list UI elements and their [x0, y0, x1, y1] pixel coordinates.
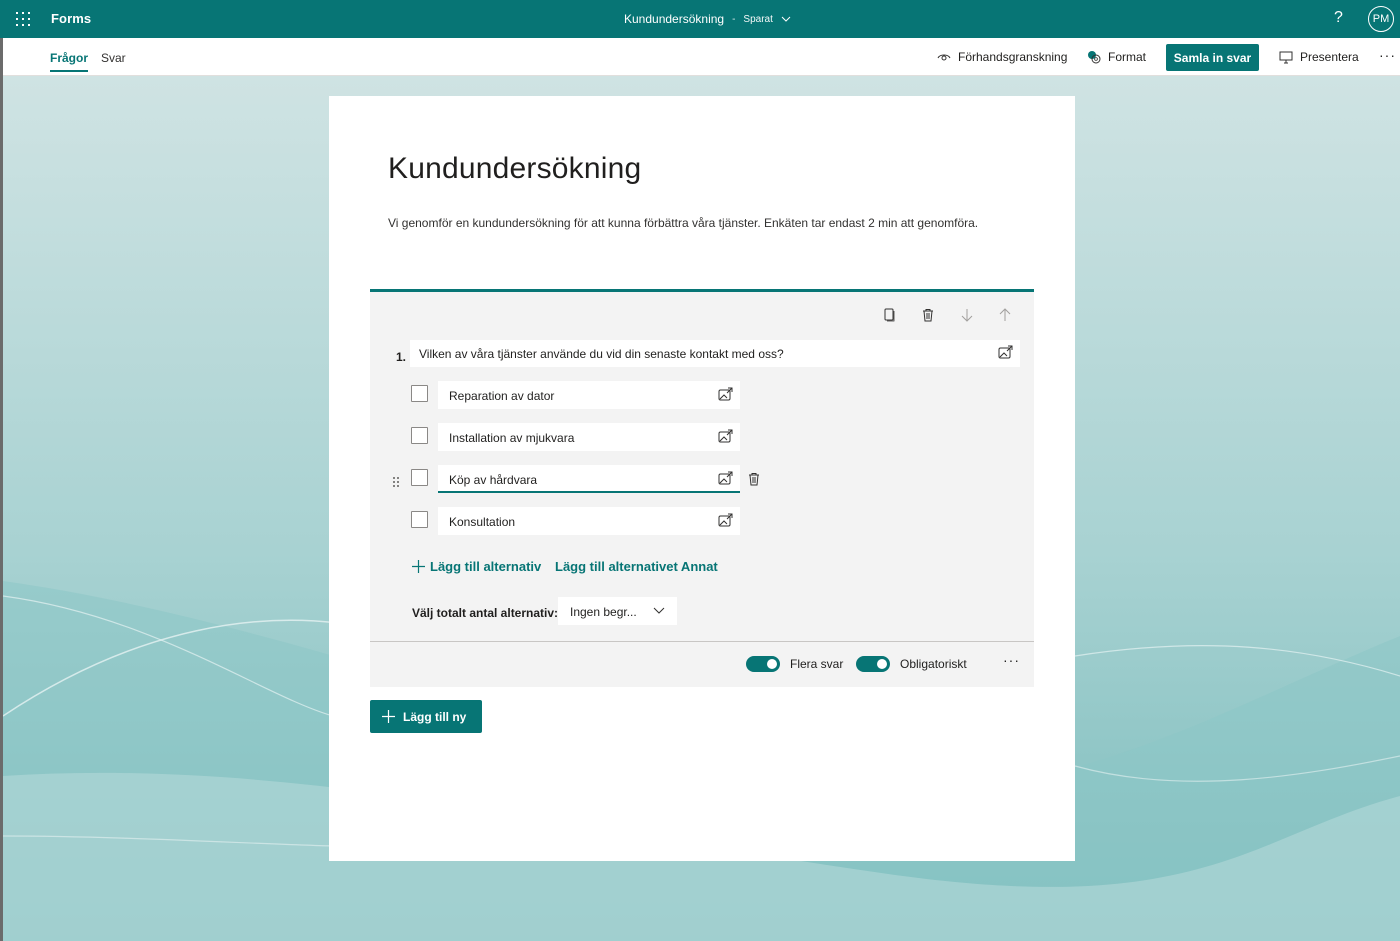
more-options-icon[interactable]: ··· — [1379, 47, 1396, 63]
insert-media-icon[interactable] — [718, 429, 733, 444]
option-checkbox[interactable] — [411, 511, 428, 528]
form-card: Kundundersökning Vi genomför en kundunde… — [329, 96, 1075, 861]
command-bar: Frågor Svar Förhandsgranskning Format Sa… — [3, 38, 1400, 76]
insert-media-icon[interactable] — [718, 513, 733, 528]
form-description[interactable]: Vi genomför en kundundersökning för att … — [388, 216, 978, 230]
eye-icon — [937, 54, 951, 61]
required-label: Obligatoriskt — [900, 657, 967, 671]
preview-button[interactable]: Förhandsgranskning — [937, 50, 1067, 64]
choice-limit-dropdown[interactable]: Ingen begr... — [558, 597, 677, 625]
tab-responses[interactable]: Svar — [101, 51, 126, 65]
app-launcher-icon[interactable] — [16, 12, 30, 26]
option-input[interactable]: Köp av hårdvara — [438, 465, 740, 493]
delete-option-icon[interactable] — [747, 472, 761, 486]
document-title-text: Kundundersökning — [624, 12, 725, 26]
choice-limit-value: Ingen begr... — [570, 605, 637, 619]
save-status: Sparat — [743, 13, 773, 25]
choice-limit-label: Välj totalt antal alternativ: — [412, 606, 559, 620]
present-label: Presentera — [1300, 50, 1359, 64]
question-editor: 1. Vilken av våra tjänster använde du vi… — [370, 289, 1034, 687]
multiple-answers-label: Flera svar — [790, 657, 844, 671]
add-option-button[interactable]: Lägg till alternativ — [412, 559, 541, 574]
add-option-label: Lägg till alternativ — [430, 559, 542, 574]
document-title[interactable]: Kundundersökning - Sparat — [624, 12, 791, 26]
multiple-answers-toggle[interactable] — [746, 656, 780, 672]
question-text-input[interactable]: Vilken av våra tjänster använde du vid d… — [410, 340, 1020, 367]
option-input[interactable]: Konsultation — [438, 507, 740, 535]
avatar[interactable]: PM — [1368, 6, 1394, 32]
add-new-label: Lägg till ny — [403, 709, 467, 724]
format-button[interactable]: Format — [1087, 50, 1146, 64]
format-label: Format — [1108, 50, 1147, 64]
app-header: Forms Kundundersökning - Sparat ? PM — [0, 0, 1400, 38]
insert-media-icon[interactable] — [998, 345, 1013, 360]
insert-media-icon[interactable] — [718, 471, 733, 486]
app-name[interactable]: Forms — [51, 11, 91, 26]
more-options-icon[interactable]: ··· — [1003, 652, 1020, 668]
arrow-down-icon[interactable] — [960, 308, 974, 322]
form-title[interactable]: Kundundersökning — [388, 152, 641, 186]
insert-media-icon[interactable] — [718, 387, 733, 402]
palette-icon — [1088, 51, 1101, 64]
add-new-question-button[interactable]: Lägg till ny — [370, 700, 482, 733]
help-icon[interactable]: ? — [1334, 9, 1343, 27]
plus-icon — [382, 710, 395, 723]
question-number: 1. — [396, 350, 407, 364]
chevron-down-icon — [653, 607, 665, 614]
question-footer: Flera svar Obligatoriskt ··· — [370, 641, 1034, 687]
delete-icon[interactable] — [921, 308, 935, 322]
collect-responses-button[interactable]: Samla in svar — [1166, 44, 1259, 71]
option-input[interactable]: Installation av mjukvara — [438, 423, 740, 451]
monitor-icon — [1279, 51, 1293, 64]
option-input[interactable]: Reparation av dator — [438, 381, 740, 409]
option-checkbox[interactable] — [411, 469, 428, 486]
drag-handle-icon[interactable] — [392, 475, 400, 487]
option-checkbox[interactable] — [411, 385, 428, 402]
add-other-option-button[interactable]: Lägg till alternativet Annat — [555, 559, 718, 574]
title-separator: - — [732, 13, 736, 25]
tab-questions[interactable]: Frågor — [50, 51, 89, 72]
present-button[interactable]: Presentera — [1279, 50, 1359, 64]
arrow-up-icon[interactable] — [998, 308, 1012, 322]
plus-icon — [412, 560, 425, 573]
option-checkbox[interactable] — [411, 427, 428, 444]
required-toggle[interactable] — [856, 656, 890, 672]
chevron-down-icon — [781, 16, 791, 22]
preview-label: Förhandsgranskning — [958, 50, 1068, 64]
copy-icon[interactable] — [882, 308, 896, 322]
